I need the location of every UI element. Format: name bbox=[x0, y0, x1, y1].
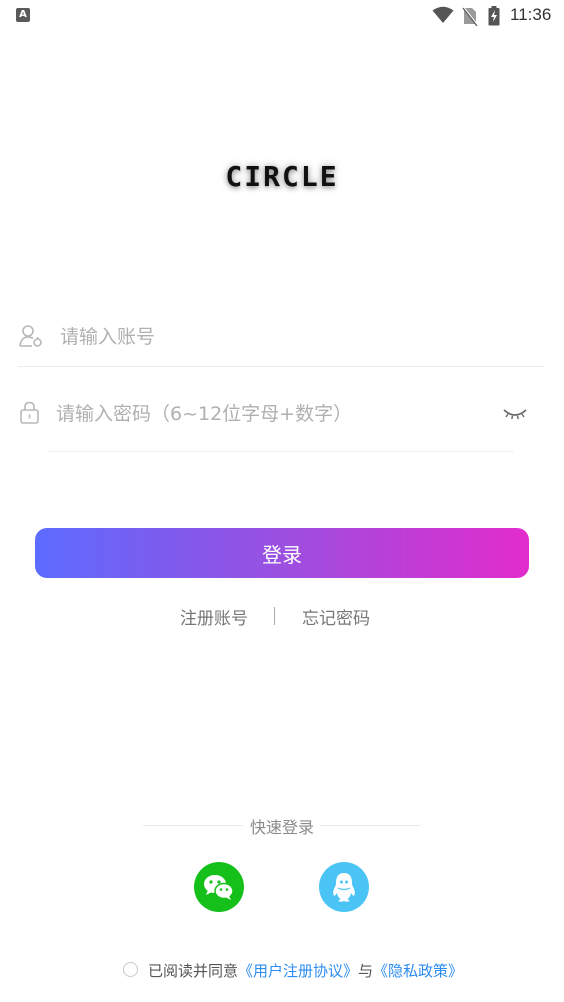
login-button[interactable]: 登录 bbox=[35, 528, 529, 578]
user-agreement-link[interactable]: 《用户注册协议》 bbox=[238, 962, 358, 980]
quick-login-label: 快速登录 bbox=[250, 818, 315, 837]
agreement-row: 已阅读并同意《用户注册协议》与《隐私政策》 bbox=[0, 960, 564, 980]
qq-icon bbox=[333, 873, 355, 902]
user-icon bbox=[19, 325, 42, 347]
forgot-password-link[interactable]: 忘记密码 bbox=[302, 604, 370, 629]
battery-charging-icon bbox=[488, 6, 500, 26]
agreement-connector: 与 bbox=[358, 962, 374, 980]
wifi-icon bbox=[432, 6, 454, 23]
qq-login-button[interactable] bbox=[319, 862, 369, 912]
divider-right bbox=[320, 825, 420, 826]
account-field bbox=[18, 307, 544, 367]
links-divider bbox=[274, 607, 275, 625]
logo-text: CIRCLE bbox=[225, 160, 339, 193]
app-notification-icon: A bbox=[16, 8, 30, 22]
status-bar: A 11:36 bbox=[0, 0, 564, 32]
lock-icon bbox=[20, 401, 39, 424]
eye-closed-icon[interactable] bbox=[500, 402, 530, 424]
agreement-text: 已阅读并同意《用户注册协议》与《隐私政策》 bbox=[148, 960, 463, 981]
no-sim-icon bbox=[462, 6, 478, 26]
quick-login-header: 快速登录 bbox=[0, 814, 564, 838]
agreement-prefix: 已阅读并同意 bbox=[148, 962, 239, 980]
agreement-checkbox[interactable] bbox=[123, 962, 138, 977]
account-links: 注册账号 忘记密码 bbox=[0, 604, 564, 629]
password-underline bbox=[48, 451, 514, 452]
password-input[interactable] bbox=[56, 394, 476, 434]
clock: 11:36 bbox=[510, 5, 552, 24]
account-input[interactable] bbox=[60, 317, 480, 357]
password-field bbox=[18, 384, 544, 452]
wechat-icon bbox=[204, 875, 234, 900]
divider-left bbox=[143, 825, 243, 826]
register-link[interactable]: 注册账号 bbox=[180, 604, 248, 629]
privacy-policy-link[interactable]: 《隐私政策》 bbox=[373, 962, 463, 980]
wechat-login-button[interactable] bbox=[194, 862, 244, 912]
app-logo: CIRCLE bbox=[0, 160, 564, 193]
